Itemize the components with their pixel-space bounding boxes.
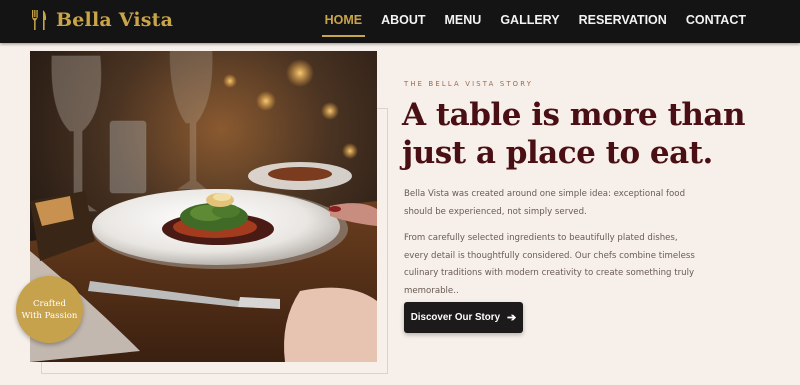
main-menu: HOME ABOUT MENU GALLERY RESERVATION CONT… — [306, 0, 746, 43]
headline-line1: A table is more than — [402, 97, 746, 133]
brand-name: Bella Vista — [56, 9, 174, 31]
story-paragraph-1: Bella Vista was created around one simpl… — [404, 189, 686, 217]
brand-logo[interactable]: Bella Vista — [30, 9, 173, 31]
nav-contact[interactable]: CONTACT — [686, 0, 746, 43]
crafted-badge: Crafted With Passion — [16, 276, 83, 343]
section-eyebrow: THE BELLA VISTA STORY — [404, 80, 534, 88]
story-paragraph-2: From carefully selected ingredients to b… — [404, 233, 695, 296]
fork-knife-icon — [32, 10, 47, 30]
discover-story-button[interactable]: Discover Our Story ➔ — [404, 302, 523, 333]
page-title: A table is more than just a place to eat… — [402, 96, 782, 172]
badge-line2: With Passion — [21, 310, 78, 321]
navbar: Bella Vista HOME ABOUT MENU GALLERY RESE… — [0, 0, 800, 43]
nav-reservation[interactable]: RESERVATION — [579, 0, 667, 43]
cta-label: Discover Our Story — [410, 312, 501, 323]
nav-home[interactable]: HOME — [321, 0, 365, 43]
nav-about[interactable]: ABOUT — [381, 0, 425, 43]
nav-gallery[interactable]: GALLERY — [500, 0, 559, 43]
arrow-right-icon: ➔ — [507, 312, 517, 324]
badge-line1: Crafted — [32, 298, 67, 309]
headline-line2: just a place to eat. — [402, 135, 713, 171]
nav-menu[interactable]: MENU — [445, 0, 482, 43]
